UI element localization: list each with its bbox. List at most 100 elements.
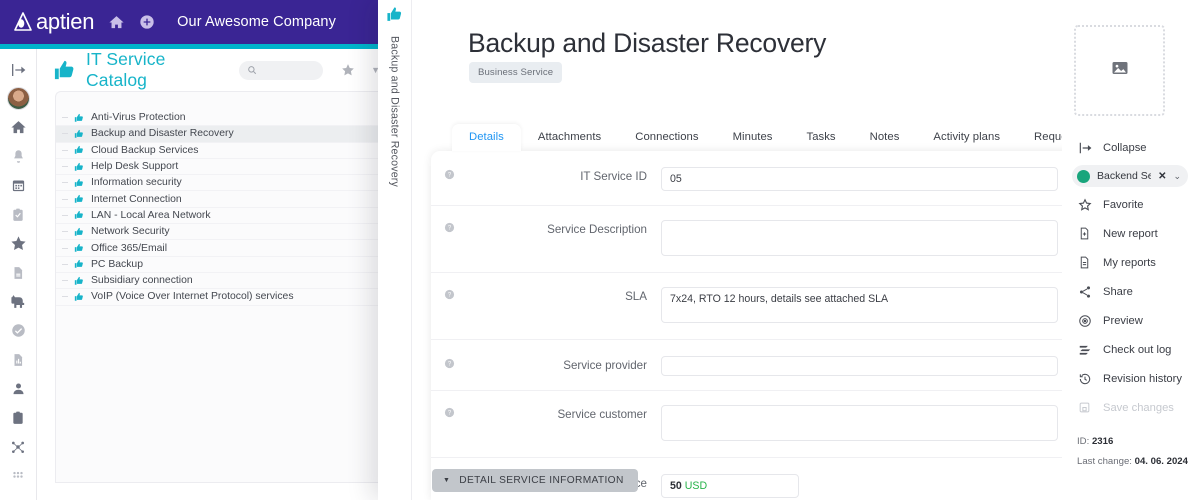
catalog-header: IT Service Catalog ▼ [37,49,380,91]
last-change: Last change: 04. 06. 2024 [1062,456,1200,467]
vertical-tab[interactable]: Backup and Disaster Recovery [378,0,412,500]
action-preview[interactable]: Preview [1062,306,1200,335]
app-root: aptien Our Awesome Company IT Service Ca… [0,0,1200,500]
row-connector [62,296,68,298]
row-connector [62,149,68,151]
tab-tasks[interactable]: Tasks [790,124,853,151]
brand-name: aptien [36,9,95,34]
help-icon[interactable]: ? [437,405,461,418]
record-id: ID: 2316 [1062,436,1200,447]
field-input[interactable] [661,356,1058,376]
thumbs-up-icon [74,227,84,237]
catalog-item-label: Network Security [91,226,170,238]
network-icon[interactable] [0,432,37,461]
person-icon[interactable] [0,374,37,403]
tab-notes[interactable]: Notes [853,124,917,151]
field-label: Service customer [557,408,647,421]
help-icon[interactable]: ? [437,356,461,369]
clear-status-icon[interactable]: ✕ [1158,171,1166,182]
catalog-list-item[interactable]: Cloud Backup Services [56,143,395,159]
field-input[interactable] [661,220,1058,256]
action-panel: Collapse Backend Servi ✕ ⌄ Favorite New repor… [1062,0,1200,500]
document-icon[interactable] [0,258,37,287]
field-label: Service Description [547,223,647,236]
calendar-icon[interactable] [0,171,37,200]
brand-logo[interactable]: aptien [12,9,94,35]
catalog-item-label: Backup and Disaster Recovery [91,128,234,140]
favorite-star-icon[interactable] [341,63,355,77]
catalog-list-item[interactable]: Subsidiary connection [56,273,395,290]
expand-sidebar-icon[interactable] [0,55,37,84]
tab-attachments[interactable]: Attachments [521,124,618,151]
catalog-list-item[interactable]: Information security [56,175,395,192]
catalog-item-label: Subsidiary connection [91,275,193,287]
catalog-list-item[interactable]: PC Backup [56,257,395,273]
catalog-list-item[interactable]: Internet Connection [56,191,395,208]
status-pill[interactable]: Backend Servi ✕ ⌄ [1072,165,1188,187]
action-new-report[interactable]: New report [1062,219,1200,248]
action-check-out-log[interactable]: Check out log [1062,335,1200,364]
image-upload-dropzone[interactable] [1074,25,1165,116]
star-icon[interactable] [0,229,37,258]
star-icon [1077,197,1092,212]
record-title: Backup and Disaster Recovery [468,28,827,58]
user-avatar[interactable] [0,84,37,113]
catalog-item-label: Information security [91,177,182,189]
catalog-list-card: Anti-Virus Protection Backup and Disaster… [55,91,395,483]
catalog-list-item[interactable]: Help Desk Support [56,159,395,176]
field-label: SLA [625,290,647,303]
chevron-down-icon[interactable]: ⌄ [1173,171,1181,182]
search-input[interactable] [239,60,324,80]
price-currency: USD [684,480,708,492]
catalog-list-item[interactable]: Office 365/Email [56,240,395,257]
clipboard-icon[interactable] [0,403,37,432]
action-label: Share [1103,285,1133,298]
action-my-reports[interactable]: My reports [1062,248,1200,277]
home-icon[interactable] [108,14,125,31]
catalog-list-item[interactable]: LAN - Local Area Network [56,208,395,225]
tab-connections[interactable]: Connections [618,124,715,151]
help-icon[interactable]: ? [437,220,461,233]
check-circle-icon[interactable] [0,316,37,345]
action-collapse[interactable]: Collapse [1062,133,1200,162]
image-icon [1111,59,1129,82]
top-bar: aptien Our Awesome Company [0,0,380,44]
field-value: 05 [670,173,682,185]
action-share[interactable]: Share [1062,277,1200,306]
catalog-list-item[interactable]: Backup and Disaster Recovery [56,126,395,143]
field-input[interactable] [661,405,1058,441]
action-label: New report [1103,227,1158,240]
clipboard-check-icon[interactable] [0,200,37,229]
detail-modal: Backup and Disaster Recovery ✕ Backup an… [378,0,1200,500]
tab-details[interactable]: Details [452,124,521,151]
id-label: ID: [1077,436,1090,447]
catalog-list-item[interactable]: Network Security [56,224,395,241]
action-revision-history[interactable]: Revision history [1062,364,1200,393]
help-icon[interactable]: ? [437,167,461,180]
home-icon[interactable] [0,113,37,142]
detail-service-information-button[interactable]: ▼ DETAIL SERVICE INFORMATION [432,469,638,492]
plus-circle-icon[interactable] [139,14,155,30]
field-input[interactable]: 7x24, RTO 12 hours, details see attached… [661,287,1058,323]
action-label: My reports [1103,256,1156,269]
checkout-log-icon [1077,343,1092,357]
action-list: Collapse Backend Servi ✕ ⌄ Favorite New repor… [1062,133,1200,467]
grid-icon[interactable] [0,461,37,490]
help-icon[interactable]: ? [437,287,461,300]
eye-icon [1077,314,1092,328]
tab-minutes[interactable]: Minutes [716,124,790,151]
tab-activity-plans[interactable]: Activity plans [916,124,1017,151]
field-input[interactable]: 05 [661,167,1058,191]
bell-icon[interactable] [0,142,37,171]
action-favorite[interactable]: Favorite [1062,190,1200,219]
company-name: Our Awesome Company [177,14,336,30]
service-price-input[interactable]: 50 USD [661,474,799,498]
caret-down-icon: ▼ [443,477,451,484]
report-icon[interactable] [0,345,37,374]
catalog-list-item[interactable]: Anti-Virus Protection [56,110,395,127]
action-label: Check out log [1103,343,1172,356]
row-connector [62,117,68,119]
dog-icon[interactable] [0,287,37,316]
field-label: Service provider [563,359,647,372]
catalog-list-item[interactable]: VoIP (Voice Over Internet Protocol) serv… [56,289,395,306]
